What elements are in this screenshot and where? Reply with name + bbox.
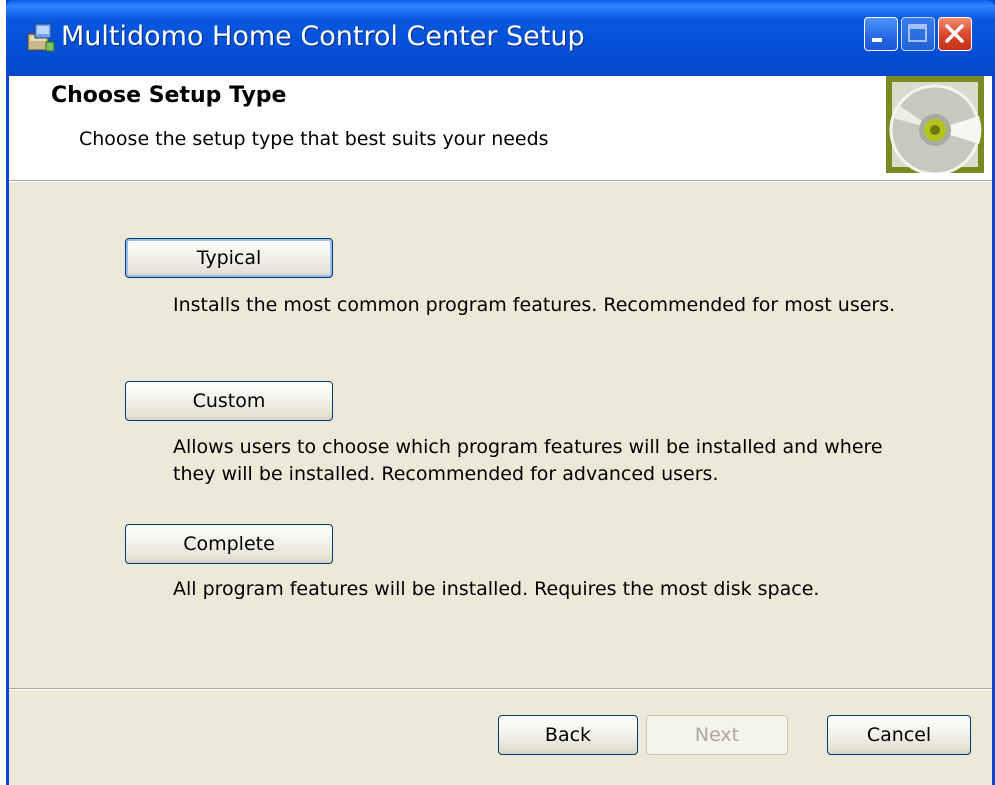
dialog-header: Choose Setup Type Choose the setup type … <box>9 76 992 180</box>
dialog-body: Choose Setup Type Choose the setup type … <box>9 76 992 785</box>
setup-window: Multidomo Home Control Center Setup Choo… <box>6 0 995 785</box>
title-bar[interactable]: Multidomo Home Control Center Setup <box>6 0 995 76</box>
custom-button[interactable]: Custom <box>125 381 333 421</box>
typical-button[interactable]: Typical <box>125 238 333 278</box>
minimize-icon <box>872 38 882 42</box>
custom-description-line1: Allows users to choose which program fea… <box>173 436 883 458</box>
window-title: Multidomo Home Control Center Setup <box>61 21 585 52</box>
custom-description-line2: they will be installed. Recommended for … <box>173 463 719 485</box>
page-subtitle: Choose the setup type that best suits yo… <box>79 128 549 150</box>
maximize-button[interactable] <box>901 17 935 51</box>
page-title: Choose Setup Type <box>51 83 287 108</box>
typical-description: Installs the most common program feature… <box>173 294 896 316</box>
banner-image <box>886 76 984 176</box>
complete-button[interactable]: Complete <box>125 524 333 564</box>
next-button[interactable]: Next <box>646 715 788 755</box>
close-icon <box>945 24 964 43</box>
footer-divider <box>9 688 992 690</box>
minimize-button[interactable] <box>864 17 898 51</box>
complete-description: All program features will be installed. … <box>173 578 820 600</box>
cancel-button[interactable]: Cancel <box>827 715 971 755</box>
installer-icon <box>26 20 56 54</box>
custom-description: Allows users to choose which program fea… <box>173 434 933 488</box>
header-divider <box>9 180 992 182</box>
close-button[interactable] <box>938 17 972 51</box>
back-button[interactable]: Back <box>498 715 638 755</box>
maximize-icon <box>908 24 927 42</box>
cd-disc-icon <box>889 82 982 176</box>
